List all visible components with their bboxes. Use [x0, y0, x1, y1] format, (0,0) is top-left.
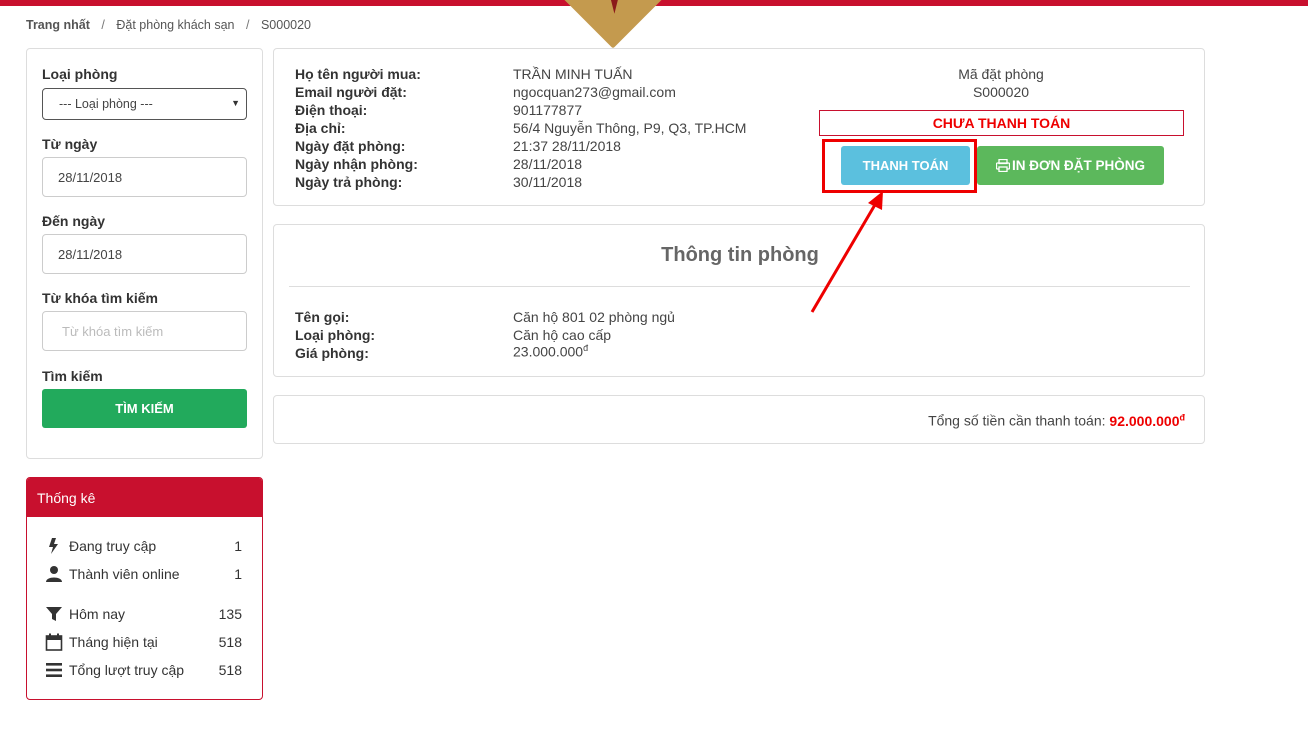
breadcrumb-section[interactable]: Đặt phòng khách sạn [116, 18, 234, 32]
print-booking-button[interactable]: IN ĐƠN ĐẶT PHÒNG [977, 146, 1164, 185]
total-amount-value: 92.000.000 [1109, 412, 1180, 429]
room-price: 23.000.000đ [513, 343, 588, 360]
stats-value: 518 [218, 634, 242, 650]
site-logo[interactable] [563, 0, 663, 49]
checkout-value: 30/11/2018 [513, 174, 583, 190]
print-icon [995, 158, 1011, 173]
booked-date-label: Ngày đặt phòng: [295, 138, 406, 154]
total-card: Tổng số tiền cần thanh toán: 92.000.000đ [273, 395, 1205, 444]
bars-icon [46, 663, 62, 677]
pay-button[interactable]: THANH TOÁN [841, 146, 970, 185]
room-price-value: 23.000.000 [513, 343, 584, 360]
buyer-name-value: TRẦN MINH TUẤN [513, 66, 633, 82]
phone-label: Điện thoại: [295, 102, 368, 118]
from-date-label: Từ ngày [42, 136, 98, 152]
stats-row: Tháng hiện tại 518 [45, 633, 245, 653]
stats-panel: Thống kê Đang truy cập 1 Thành viên onli… [26, 477, 263, 700]
booking-code-value: S000020 [972, 84, 1030, 100]
phone-value: 901177877 [513, 102, 583, 118]
room-price-label: Giá phòng: [295, 345, 369, 361]
checkin-label: Ngày nhận phòng: [295, 156, 418, 172]
total-amount: 92.000.000đ [1109, 412, 1186, 429]
payment-status-badge: CHƯA THANH TOÁN [819, 110, 1184, 136]
total-amount-line: Tổng số tiền cần thanh toán: 92.000.000đ [928, 412, 1185, 429]
stats-label: Tháng hiện tại [69, 634, 158, 650]
print-button-label: IN ĐƠN ĐẶT PHÒNG [1011, 158, 1146, 173]
email-label: Email người đặt: [295, 84, 407, 100]
chevron-down-icon: ▼ [231, 98, 240, 108]
booked-date-value: 21:37 28/11/2018 [513, 138, 621, 154]
keyword-label: Từ khóa tìm kiếm [42, 290, 158, 306]
room-type-select[interactable]: --- Loại phòng --- ▼ [42, 88, 247, 120]
booking-code-label: Mã đặt phòng [958, 66, 1044, 82]
email-value: ngocquan273@gmail.com [513, 84, 676, 100]
currency-symbol: đ [583, 343, 589, 353]
stats-label: Thành viên online [69, 566, 180, 582]
room-type-label: Loại phòng [42, 66, 118, 82]
room-info-card: Thông tin phòng Tên gọi: Căn hộ 801 02 p… [273, 224, 1205, 377]
stats-label: Đang truy cập [69, 538, 157, 554]
search-filter-panel: Loại phòng --- Loại phòng --- ▼ Từ ngày … [26, 48, 263, 459]
stats-row: Đang truy cập 1 [45, 537, 245, 557]
room-name-value: Căn hộ 801 02 phòng ngủ [513, 309, 675, 325]
address-value: 56/4 Nguyễn Thông, P9, Q3, TP.HCM [513, 120, 747, 136]
currency-symbol: đ [1179, 412, 1186, 422]
bolt-icon [49, 538, 58, 554]
room-name-label: Tên gọi: [295, 309, 350, 325]
filter-icon [46, 607, 62, 621]
checkin-value: 28/11/2018 [513, 156, 583, 172]
search-button[interactable]: TÌM KIẾM [42, 389, 247, 428]
breadcrumb-current: S000020 [260, 18, 312, 32]
stats-row: Hôm nay 135 [45, 605, 245, 625]
to-date-label: Đến ngày [42, 213, 106, 229]
stats-value: 1 [234, 566, 242, 582]
to-date-input[interactable]: 28/11/2018 [42, 234, 247, 274]
user-icon [46, 566, 62, 582]
stats-row: Thành viên online 1 [45, 565, 245, 585]
stats-label: Tổng lượt truy cập [69, 662, 185, 678]
buyer-name-label: Họ tên người mua: [295, 66, 421, 82]
breadcrumb-home[interactable]: Trang nhất [26, 18, 90, 32]
breadcrumb-separator: / [101, 18, 105, 32]
room-info-title: Thông tin phòng [661, 244, 819, 266]
stats-value: 135 [218, 606, 242, 622]
breadcrumb-separator: / [245, 18, 250, 32]
from-date-input[interactable]: 28/11/2018 [42, 157, 247, 197]
search-label: Tìm kiếm [42, 368, 103, 384]
calendar-icon [45, 633, 63, 651]
stats-title: Thống kê [27, 478, 262, 517]
total-label: Tổng số tiền cần thanh toán: [928, 412, 1106, 429]
room-type-info-label: Loại phòng: [295, 327, 376, 343]
divider [289, 286, 1190, 287]
stats-row: Tổng lượt truy cập 518 [45, 661, 245, 681]
logo-star-icon [595, 0, 634, 14]
address-label: Địa chỉ: [295, 120, 346, 136]
breadcrumb: Trang nhất / Đặt phòng khách sạn / S0000… [26, 18, 311, 32]
stats-label: Hôm nay [69, 606, 126, 622]
stats-value: 1 [234, 538, 242, 554]
keyword-input[interactable]: Từ khóa tìm kiếm [42, 311, 247, 351]
room-type-value: Căn hộ cao cấp [513, 327, 612, 343]
booking-info-card: Họ tên người mua: TRẦN MINH TUẤN Email n… [273, 48, 1205, 206]
stats-value: 518 [218, 662, 242, 678]
room-type-select-value: --- Loại phòng --- [59, 97, 153, 111]
checkout-label: Ngày trả phòng: [295, 174, 403, 190]
